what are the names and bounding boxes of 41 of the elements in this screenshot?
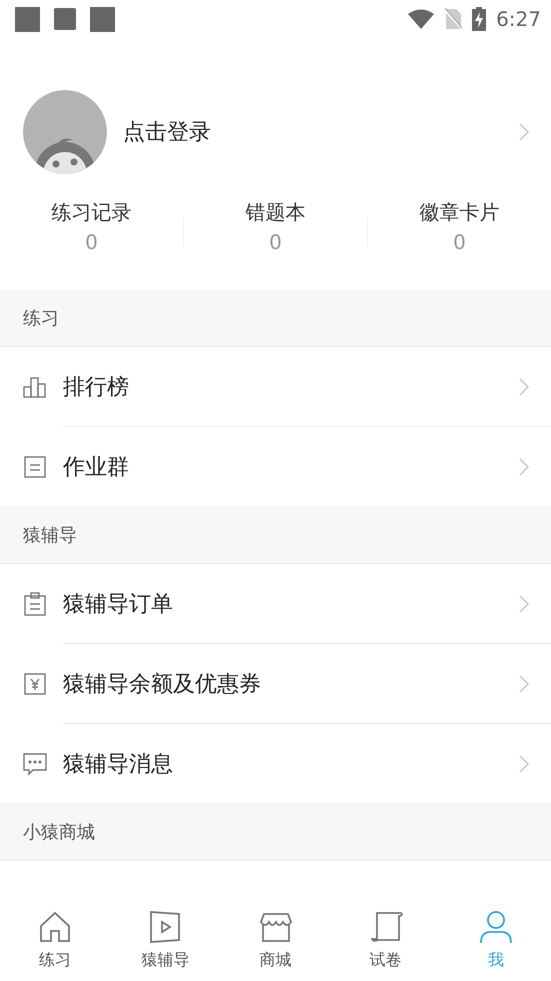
scroll-icon <box>368 910 403 944</box>
chevron-right-icon <box>519 378 529 396</box>
nav-tab[interactable]: 试卷 <box>330 900 441 981</box>
menu-item[interactable]: 猿辅导消息 <box>0 724 551 803</box>
login-text: 点击登录 <box>123 119 212 147</box>
menu-item[interactable]: 作业群 <box>0 427 551 506</box>
store-icon <box>258 910 292 944</box>
chat-bubble-icon <box>23 752 47 776</box>
notification-icon <box>90 6 115 32</box>
chevron-right-icon <box>519 594 529 612</box>
document-icon <box>23 454 47 478</box>
section-header: 练习 <box>0 289 551 347</box>
nav-tab[interactable]: 猿辅导 <box>110 900 220 981</box>
yen-icon <box>23 672 47 696</box>
menu-item[interactable]: 猿辅导订单 <box>0 564 551 643</box>
notification-icon <box>54 8 76 30</box>
menu-item[interactable]: 猿辅导余额及优惠券 <box>0 644 551 723</box>
nav-tab[interactable]: 练习 <box>0 900 110 981</box>
section-header: 猿辅导 <box>0 506 551 564</box>
stat-item[interactable]: 练习记录 0 <box>0 199 183 254</box>
avatar-icon <box>23 90 107 174</box>
clipboard-icon <box>23 592 47 616</box>
play-icon <box>148 910 182 944</box>
chevron-right-icon <box>519 123 529 141</box>
wifi-icon <box>408 9 434 29</box>
chevron-right-icon <box>519 674 529 692</box>
battery-icon <box>472 7 486 31</box>
clock-time: 6:27 <box>496 7 541 31</box>
home-icon <box>38 910 72 944</box>
nav-tab[interactable]: 商城 <box>220 900 331 981</box>
bar-chart-icon <box>23 374 47 398</box>
notification-icon <box>15 6 40 32</box>
person-icon <box>478 910 513 944</box>
menu-item[interactable]: 排行榜 <box>0 347 551 426</box>
section-header: 小猿商城 <box>0 803 551 861</box>
no-sim-icon <box>444 8 462 30</box>
stat-item[interactable]: 错题本 0 <box>184 199 367 254</box>
stat-item[interactable]: 徽章卡片 0 <box>368 199 551 254</box>
chevron-right-icon <box>519 458 529 476</box>
chevron-right-icon <box>519 754 529 772</box>
login-row[interactable]: 点击登录 <box>0 90 551 174</box>
